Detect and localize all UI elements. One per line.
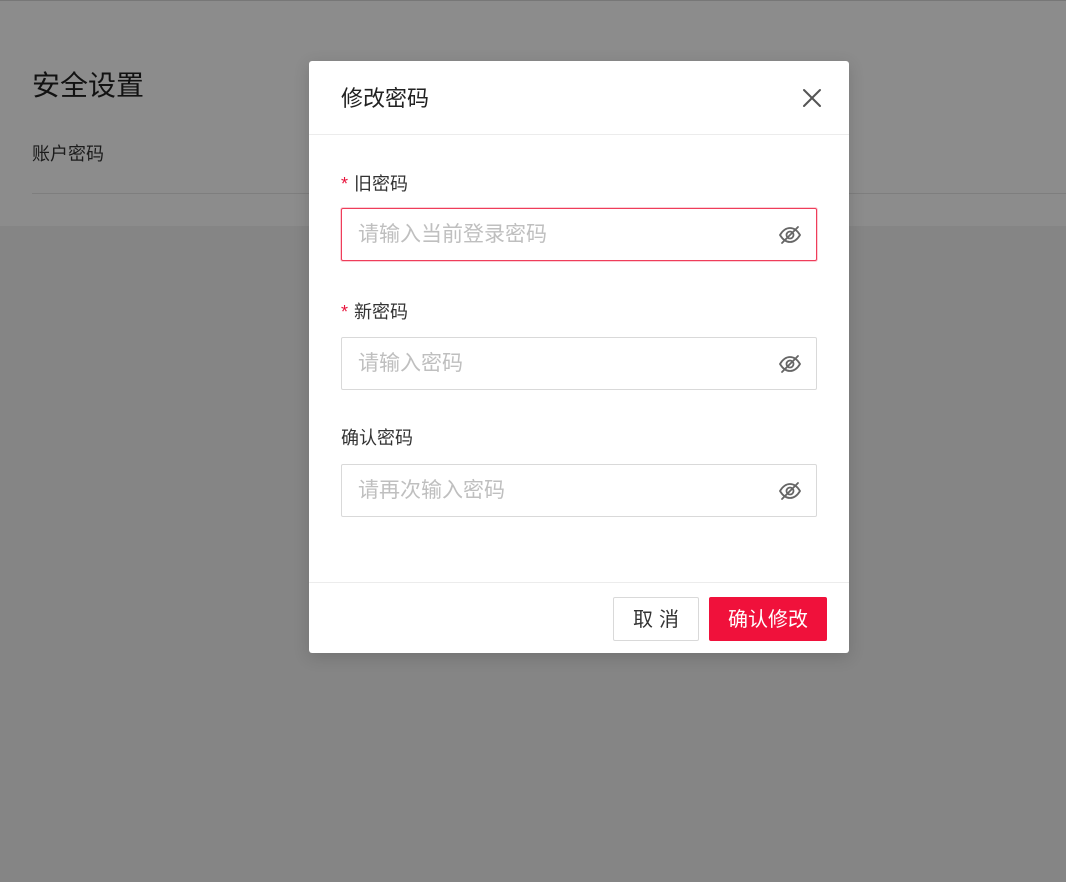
dialog-title: 修改密码 — [341, 86, 430, 111]
new-password-input[interactable] — [342, 338, 778, 389]
new-password-visibility-toggle[interactable] — [778, 352, 802, 376]
dialog-header: 修改密码 — [309, 61, 849, 135]
old-password-label-text: 旧密码 — [354, 174, 409, 194]
new-password-label-text: 新密码 — [354, 302, 409, 322]
new-password-label: * 新密码 — [341, 300, 408, 324]
eye-off-icon — [778, 355, 802, 373]
eye-off-icon — [778, 482, 802, 500]
change-password-dialog: 修改密码 * 旧密码 * 新密码 确认密码 取消 确认修改 — [309, 61, 849, 653]
confirm-password-label: 确认密码 — [341, 426, 413, 450]
confirm-password-input[interactable] — [342, 465, 778, 516]
required-mark: * — [341, 174, 349, 194]
old-password-visibility-toggle[interactable] — [778, 223, 802, 247]
close-button[interactable] — [799, 85, 825, 111]
close-icon — [803, 89, 821, 107]
old-password-input[interactable] — [342, 209, 778, 260]
required-mark: * — [341, 302, 349, 322]
cancel-button[interactable]: 取消 — [613, 597, 699, 641]
eye-off-icon — [778, 226, 802, 244]
old-password-label: * 旧密码 — [341, 172, 408, 196]
confirm-password-visibility-toggle[interactable] — [778, 479, 802, 503]
confirm-password-field — [341, 464, 817, 517]
new-password-field — [341, 337, 817, 390]
confirm-password-label-text: 确认密码 — [341, 428, 413, 448]
dialog-footer: 取消 确认修改 — [309, 582, 849, 654]
old-password-field — [341, 208, 817, 261]
confirm-change-button[interactable]: 确认修改 — [709, 597, 827, 641]
